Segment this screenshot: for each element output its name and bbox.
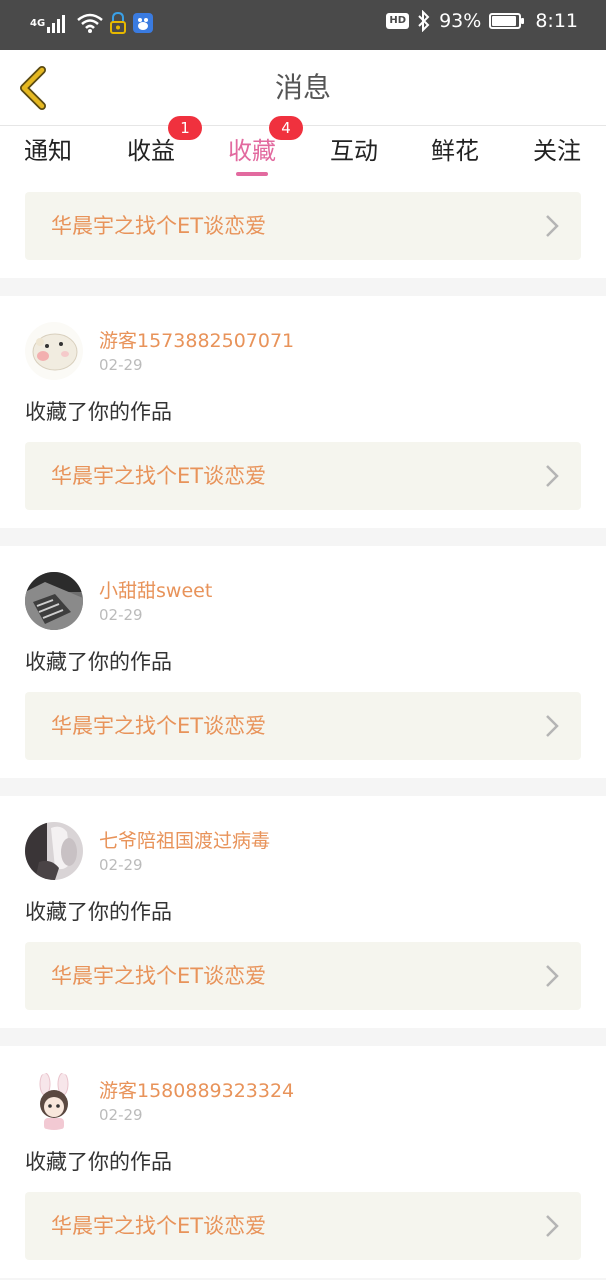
work-link[interactable]: 华晨宇之找个ET谈恋爱	[25, 692, 581, 760]
chevron-right-icon	[546, 465, 559, 487]
vpn-icon	[110, 12, 127, 34]
message-date: 02-29	[99, 856, 143, 874]
list-item: 游客1580889323324 02-29 收藏了你的作品 华晨宇之找个ET谈恋…	[0, 1046, 606, 1278]
status-right: HD 93% 8:11	[386, 10, 578, 32]
username[interactable]: 游客1573882507071	[99, 326, 294, 353]
work-link[interactable]: 华晨宇之找个ET谈恋爱	[25, 192, 581, 260]
bunny-girl-avatar-icon	[25, 1072, 83, 1130]
page-title: 消息	[274, 71, 331, 104]
message-date: 02-29	[99, 356, 143, 374]
username[interactable]: 小甜甜sweet	[99, 576, 212, 603]
username[interactable]: 游客1580889323324	[99, 1076, 294, 1103]
list-item: 小甜甜sweet 02-29 收藏了你的作品 华晨宇之找个ET谈恋爱	[0, 546, 606, 778]
message-date: 02-29	[99, 1106, 143, 1124]
photo-avatar-icon	[25, 572, 83, 630]
work-title: 华晨宇之找个ET谈恋爱	[51, 464, 267, 488]
list-item: 游客1573882507071 02-29 收藏了你的作品 华晨宇之找个ET谈恋…	[0, 296, 606, 528]
tab-label: 鲜花	[431, 137, 479, 165]
message-date: 02-29	[99, 606, 143, 624]
list-item: 七爷陪祖国渡过病毒 02-29 收藏了你的作品 华晨宇之找个ET谈恋爱	[0, 796, 606, 1028]
tab-notifications[interactable]: 通知	[3, 126, 93, 178]
user-row: 小甜甜sweet 02-29	[25, 546, 581, 642]
clock: 8:11	[535, 10, 578, 32]
tab-label: 收藏	[228, 137, 276, 165]
message-list: 华晨宇之找个ET谈恋爱 游客1573882507071 02-29 收藏了你的作…	[0, 178, 606, 1280]
hamster-avatar-icon	[25, 322, 83, 380]
work-title: 华晨宇之找个ET谈恋爱	[51, 964, 267, 988]
status-bar: 4G HD 93% 8:11	[0, 0, 606, 50]
tab-flowers[interactable]: 鲜花	[410, 126, 500, 178]
active-tab-indicator	[236, 172, 268, 176]
user-row: 七爷陪祖国渡过病毒 02-29	[25, 796, 581, 892]
tab-bar: 通知 收益 1 收藏 4 互动 鲜花 关注	[0, 116, 606, 178]
work-title: 华晨宇之找个ET谈恋爱	[51, 214, 267, 238]
unread-badge: 1	[168, 116, 202, 140]
action-text: 收藏了你的作品	[25, 1150, 172, 1174]
avatar[interactable]	[25, 822, 83, 880]
work-link[interactable]: 华晨宇之找个ET谈恋爱	[25, 442, 581, 510]
chevron-right-icon	[546, 965, 559, 987]
chevron-right-icon	[546, 715, 559, 737]
signal-icon	[47, 15, 66, 33]
action-text: 收藏了你的作品	[25, 650, 172, 674]
tab-favorites[interactable]: 收藏 4	[207, 116, 303, 178]
app-header: 消息	[0, 50, 606, 126]
action-text: 收藏了你的作品	[25, 400, 172, 424]
photo-avatar-icon	[25, 822, 83, 880]
tab-interactions[interactable]: 互动	[309, 126, 399, 178]
hd-badge: HD	[386, 13, 410, 29]
app-notification-icon	[133, 13, 154, 33]
chevron-right-icon	[546, 215, 559, 237]
tab-label: 关注	[533, 137, 581, 165]
work-title: 华晨宇之找个ET谈恋爱	[51, 714, 267, 738]
battery-fill	[492, 16, 517, 26]
avatar[interactable]	[25, 1072, 83, 1130]
list-item: 华晨宇之找个ET谈恋爱	[0, 178, 606, 278]
action-text: 收藏了你的作品	[25, 900, 172, 924]
status-left: 4G	[30, 12, 154, 34]
tab-earnings[interactable]: 收益 1	[106, 116, 202, 178]
bluetooth-icon	[418, 10, 430, 32]
chevron-right-icon	[546, 1215, 559, 1237]
avatar[interactable]	[25, 322, 83, 380]
unread-badge: 4	[269, 116, 303, 140]
wifi-icon	[77, 13, 103, 33]
tab-label: 互动	[330, 137, 378, 165]
work-link[interactable]: 华晨宇之找个ET谈恋爱	[25, 1192, 581, 1260]
network-label: 4G	[30, 17, 46, 29]
battery-icon	[489, 13, 525, 29]
work-link[interactable]: 华晨宇之找个ET谈恋爱	[25, 942, 581, 1010]
tab-label: 通知	[24, 137, 72, 165]
battery-percent: 93%	[439, 10, 482, 32]
tab-following[interactable]: 关注	[512, 126, 602, 178]
username[interactable]: 七爷陪祖国渡过病毒	[99, 826, 270, 853]
tab-label: 收益	[127, 137, 175, 165]
avatar[interactable]	[25, 572, 83, 630]
user-row: 游客1580889323324 02-29	[25, 1046, 581, 1142]
work-title: 华晨宇之找个ET谈恋爱	[51, 1214, 267, 1238]
user-row: 游客1573882507071 02-29	[25, 296, 581, 392]
